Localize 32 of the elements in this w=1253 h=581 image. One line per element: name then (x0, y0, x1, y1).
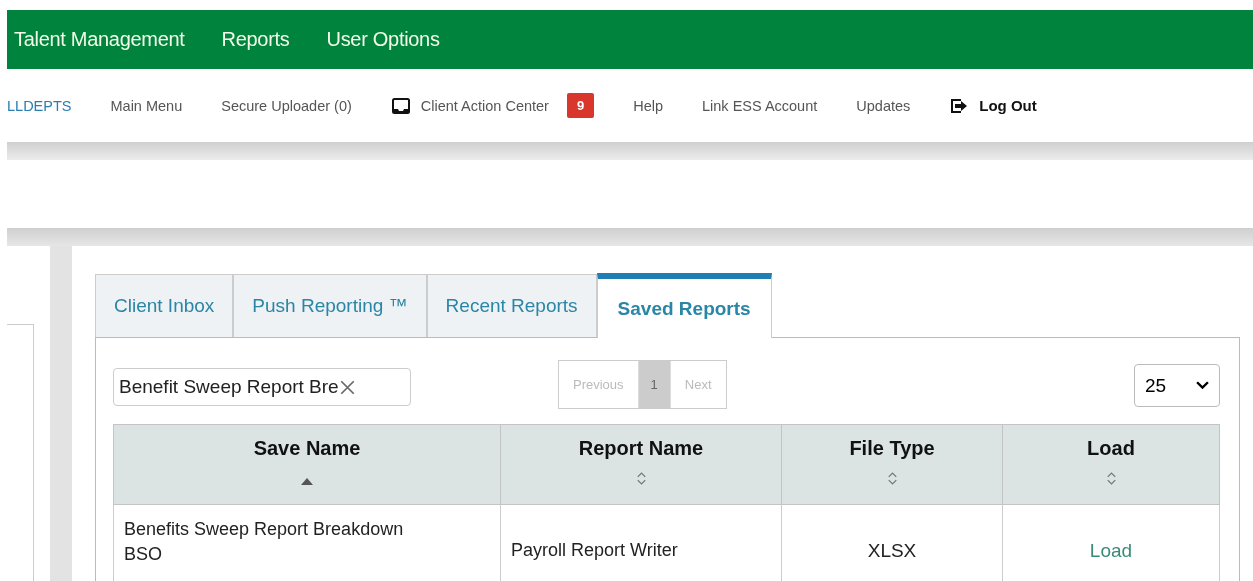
nav-link[interactable]: LLDEPTS (7, 97, 72, 114)
search-field[interactable]: Benefit Sweep Report Bre (113, 368, 411, 406)
sort-icon[interactable] (635, 471, 647, 486)
notification-badge: 9 (566, 93, 595, 118)
column-header[interactable]: Report Name (500, 424, 782, 505)
nav-link[interactable]: Main Menu (110, 97, 183, 114)
tab[interactable]: Recent Reports (426, 274, 597, 337)
column-header[interactable]: Load (1002, 424, 1220, 505)
tab[interactable]: Client Inbox (95, 274, 234, 337)
load-link[interactable]: Load (1089, 539, 1133, 561)
table-cell: Benefits Sweep Report Breakdown BSO (113, 504, 501, 581)
inbox-icon[interactable] (390, 95, 411, 116)
nav-link[interactable]: Help (633, 97, 663, 114)
column-header[interactable]: File Type (781, 424, 1003, 505)
tab[interactable]: Push Reporting ™ (233, 274, 427, 337)
nav-link[interactable]: Client Action Center (420, 97, 549, 114)
sort-ascending-icon[interactable] (299, 476, 315, 486)
nav-link[interactable]: Secure Uploader (0) (221, 97, 352, 114)
menu-item[interactable]: User Options (326, 28, 440, 51)
tab[interactable]: Saved Reports (596, 273, 772, 338)
menu-item[interactable]: Talent Management (14, 28, 185, 51)
column-header[interactable]: Save Name (113, 424, 501, 505)
page-button[interactable]: 1 (638, 361, 671, 408)
menu-item[interactable]: Reports (221, 28, 290, 51)
logout-link[interactable]: Log Out (979, 97, 1037, 114)
page-size-select[interactable]: 25 (1134, 364, 1220, 407)
nav-link[interactable]: Link ESS Account (702, 97, 818, 114)
sort-icon[interactable] (1105, 471, 1117, 486)
sort-icon[interactable] (886, 471, 898, 486)
clear-icon[interactable] (339, 379, 355, 395)
nav-link[interactable]: Updates (856, 97, 911, 114)
chevron-down-icon (1196, 381, 1209, 390)
